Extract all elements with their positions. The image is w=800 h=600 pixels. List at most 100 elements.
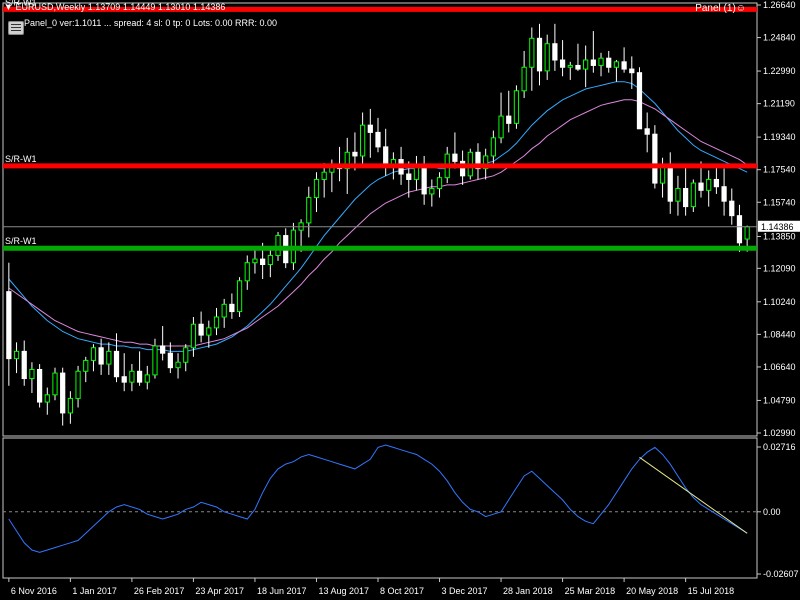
price-tick-label: 1.13850	[763, 231, 796, 241]
candle-body	[352, 151, 358, 157]
candle-body	[521, 66, 527, 92]
candle-body	[729, 200, 735, 217]
panel-button[interactable]: Panel (1)☺	[695, 3, 746, 14]
candle-body	[683, 188, 689, 208]
price-tick-label: 1.08440	[763, 329, 796, 339]
candle-body	[190, 323, 197, 349]
candle-body	[536, 37, 543, 72]
candle-body	[690, 182, 696, 208]
time-tick-label: 25 Mar 2018	[565, 586, 616, 596]
candle-body	[75, 370, 81, 399]
candle-body	[213, 316, 220, 329]
candle-body	[67, 397, 73, 414]
price-tick-label: 1.12090	[763, 263, 796, 273]
candle-body	[452, 153, 458, 162]
candle-body	[360, 124, 366, 157]
candle-body	[221, 303, 227, 318]
candle-body	[160, 345, 166, 354]
candle	[36, 364, 43, 408]
symbol-info: ▼ EURUSD,Weekly 1.13709 1.14449 1.13010 …	[4, 2, 225, 12]
price-tick-label: 1.21190	[763, 99, 795, 109]
price-tick-label: 1.19340	[763, 132, 796, 142]
candle-body	[490, 137, 496, 157]
candle-body	[121, 376, 127, 383]
candle-body	[629, 68, 635, 74]
time-tick-label: 26 Feb 2017	[134, 586, 185, 596]
candle-body	[736, 215, 743, 244]
candle-body	[98, 347, 104, 365]
candle-body	[583, 59, 589, 70]
oscillator-tick-label: 0.02716	[763, 442, 796, 452]
candle-body	[498, 115, 504, 139]
candle-body	[152, 345, 158, 376]
collapse-triangle-icon[interactable]: ▼	[4, 2, 13, 12]
candle-body	[175, 361, 181, 369]
candle-body	[44, 394, 50, 403]
time-tick-label: 1 Jan 2017	[72, 586, 117, 596]
price-tick-label: 1.26640	[763, 0, 796, 10]
price-tick-label: 1.22990	[763, 66, 796, 76]
candle-body	[236, 280, 243, 313]
candle-body	[613, 61, 620, 68]
candle-body	[706, 178, 712, 191]
candle-body	[229, 303, 235, 313]
price-tick-label: 1.17540	[763, 165, 796, 175]
price-tick-label: 1.04790	[763, 395, 796, 405]
candle-body	[129, 370, 135, 383]
candle-body	[598, 57, 604, 66]
menu-icon[interactable]	[8, 21, 24, 35]
candle-body	[183, 347, 189, 363]
candle-body	[636, 72, 643, 130]
candle-body	[606, 57, 612, 68]
candle-body	[513, 90, 520, 124]
candle-body	[367, 124, 373, 133]
candle-body	[644, 128, 650, 135]
candle-body	[6, 291, 12, 360]
candle-body	[652, 133, 658, 184]
candle-body	[675, 188, 681, 202]
candle-body	[529, 37, 535, 68]
candle-body	[321, 171, 327, 180]
candle-body	[113, 350, 120, 378]
candle-body	[90, 347, 97, 361]
candle	[513, 85, 520, 129]
time-tick-label: 20 May 2018	[626, 586, 678, 596]
current-price-label: 1.14386	[761, 222, 794, 232]
price-tick-label: 1.15740	[763, 197, 796, 207]
candle-body	[544, 43, 550, 72]
sr-level-label: S/R-W1	[5, 154, 37, 164]
price-tick-label: 1.02990	[763, 428, 796, 438]
candle-body	[721, 186, 727, 202]
candle-body	[167, 352, 173, 369]
candle-body	[244, 262, 250, 282]
candle-body	[744, 226, 750, 240]
candle-body	[106, 350, 112, 365]
candle-body	[436, 177, 443, 190]
candle-body	[559, 59, 566, 68]
time-tick-label: 13 Aug 2017	[318, 586, 369, 596]
price-chart[interactable]: S/R-W1S/R-W1S/R-W1 1.266401.248401.22990…	[0, 0, 800, 600]
time-tick-label: 6 Nov 2016	[11, 586, 57, 596]
candle-body	[421, 164, 427, 195]
candle-body	[136, 370, 143, 383]
price-tick-label: 1.06640	[763, 362, 796, 372]
time-tick-label: 3 Dec 2017	[442, 586, 488, 596]
candle-body	[29, 368, 35, 380]
candle-body	[621, 61, 627, 70]
candle-body	[60, 372, 66, 414]
time-tick-label: 28 Jan 2018	[503, 586, 553, 596]
candle-body	[575, 64, 581, 70]
candle-body	[713, 178, 720, 188]
candle-body	[13, 350, 20, 360]
time-tick-label: 18 Jun 2017	[257, 586, 307, 596]
candle-body	[383, 146, 389, 166]
candle-body	[429, 188, 435, 195]
sr-level-label: S/R-W1	[5, 236, 37, 246]
price-tick-label: 1.24840	[763, 33, 796, 43]
candle-body	[375, 131, 381, 148]
time-tick-label: 15 Jul 2018	[688, 586, 735, 596]
candle	[236, 277, 243, 317]
price-tick-label: 1.10240	[763, 297, 796, 307]
candle-body	[590, 59, 596, 66]
panel-info: Panel_0 ver:1.1011 ... spread: 4 sl: 0 t…	[24, 18, 277, 28]
